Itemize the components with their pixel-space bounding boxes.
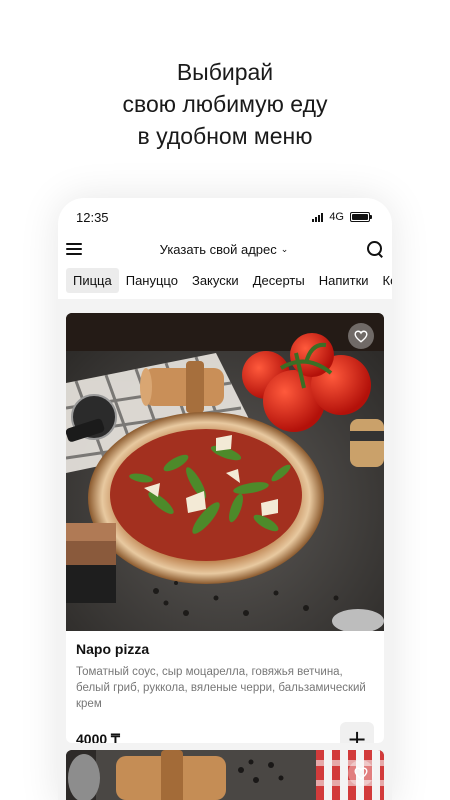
favorite-button[interactable]: [348, 323, 374, 349]
address-selector[interactable]: Указать свой адрес ⌄: [160, 242, 289, 257]
tab-pizza[interactable]: Пицца: [66, 268, 119, 293]
tab-more[interactable]: Ко: [376, 268, 392, 293]
product-title: Napo pizza: [76, 641, 150, 657]
product-description: Томатный соус, сыр моцарелла, говяжья ве…: [76, 666, 366, 710]
heart-outline-icon: [354, 330, 368, 343]
tab-drinks[interactable]: Напитки: [312, 268, 376, 293]
product-card[interactable]: Napo pizza Томатный соус, сыр моцарелла,…: [66, 313, 384, 743]
tab-panuozzo[interactable]: Пануццо: [119, 268, 185, 293]
category-tabs: Пицца Пануццо Закуски Десерты Напитки Ко: [58, 262, 392, 299]
app-header: Указать свой адрес ⌄: [58, 236, 392, 262]
headline-line-2: свою любимую еду: [122, 91, 328, 117]
status-bar: 12:35 4G: [58, 198, 392, 236]
status-indicators: 4G: [312, 211, 372, 223]
chevron-down-icon: ⌄: [280, 243, 289, 254]
tab-desserts[interactable]: Десерты: [246, 268, 312, 293]
headline-line-1: Выбирай: [176, 59, 274, 85]
headline-line-3: в удобном меню: [137, 123, 313, 149]
price-row: 4000 ₸ +: [76, 722, 374, 743]
add-to-cart-button[interactable]: +: [340, 722, 374, 743]
product-info: Napo pizza Томатный соус, сыр моцарелла,…: [66, 631, 384, 743]
favorite-button[interactable]: [348, 760, 374, 786]
signal-icon: [312, 212, 324, 222]
phone-mockup: 12:35 4G Указать свой адрес ⌄ Пицца Пану…: [58, 198, 392, 800]
hamburger-menu-icon[interactable]: [66, 243, 82, 255]
product-photo: [66, 313, 384, 631]
promo-headline: Выбирай свою любимую еду в удобном меню: [0, 56, 450, 152]
heart-outline-icon: [354, 767, 368, 780]
address-label: Указать свой адрес: [159, 241, 277, 257]
status-time: 12:35: [76, 209, 109, 225]
search-icon[interactable]: [366, 240, 384, 258]
tab-snacks[interactable]: Закуски: [185, 268, 246, 293]
product-price: 4000 ₸: [76, 730, 120, 744]
product-card-partial[interactable]: [66, 750, 384, 800]
product-photo-partial: [66, 750, 384, 800]
battery-icon: [350, 212, 372, 222]
network-type: 4G: [329, 211, 344, 223]
